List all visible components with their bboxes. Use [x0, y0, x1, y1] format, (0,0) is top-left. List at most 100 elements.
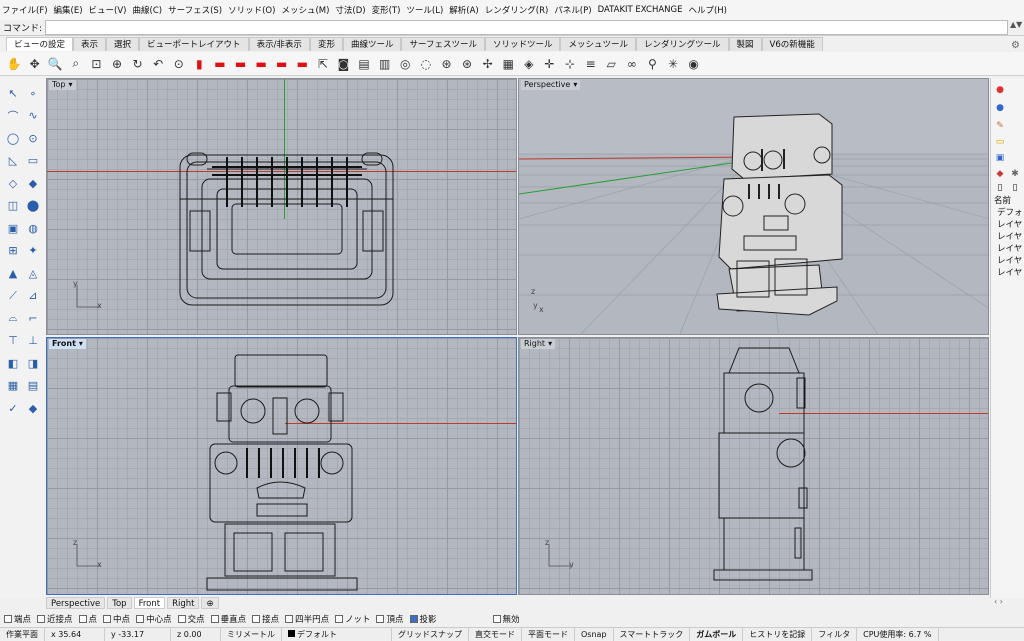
tab-6[interactable]: 曲線ツール — [342, 37, 402, 51]
grid-icon[interactable]: ✢ — [478, 54, 498, 74]
viewport-label-top[interactable]: Top ▾ — [49, 80, 76, 90]
link-icon[interactable]: ∞ — [622, 54, 642, 74]
zoom-icon[interactable]: 🔍 — [45, 54, 65, 74]
axes-icon[interactable]: ⊹ — [560, 54, 580, 74]
box-icon[interactable]: ▦ — [498, 54, 518, 74]
checkbox[interactable] — [4, 615, 12, 623]
checkbox[interactable] — [376, 615, 385, 623]
car-icon[interactable]: ▬ — [272, 54, 292, 74]
print-icon[interactable]: ▤ — [354, 54, 374, 74]
tab-1[interactable]: 表示 — [73, 37, 107, 51]
layer-item[interactable]: デフォ — [997, 206, 1023, 218]
car-icon[interactable]: ▬ — [210, 54, 230, 74]
status-toggle-4[interactable]: スマートトラック — [614, 627, 691, 641]
save-view-icon[interactable]: ▥ — [375, 54, 395, 74]
layer-item[interactable]: レイヤ — [997, 218, 1023, 230]
left-tool-icon-17[interactable]: ◬ — [24, 264, 42, 282]
menu-item-9[interactable]: ツール(L) — [406, 4, 443, 16]
align-icon[interactable]: ≡ — [581, 54, 601, 74]
osnap-9[interactable]: ノット — [335, 613, 370, 625]
status-toggle-6[interactable]: ヒストリを記録 — [743, 627, 813, 641]
viewport-front[interactable]: Front ▾ z x — [46, 337, 517, 595]
osnap-11[interactable]: 投影 — [409, 613, 437, 625]
left-tool-icon-9[interactable]: ◆ — [24, 174, 42, 192]
status-unit[interactable]: ミリメートル — [221, 627, 282, 641]
left-tool-icon-12[interactable]: ▣ — [4, 219, 22, 237]
viewport-label-front[interactable]: Front ▾ — [49, 339, 86, 349]
viewport-tab-right[interactable]: Right — [167, 597, 200, 609]
redcar-icon[interactable]: ▮ — [189, 54, 209, 74]
left-tool-icon-11[interactable]: ⬤ — [24, 197, 42, 215]
zoom-selected-icon[interactable]: ⊕ — [107, 54, 127, 74]
tab-2[interactable]: 選択 — [106, 37, 140, 51]
move-icon[interactable]: ✥ — [25, 54, 45, 74]
left-tool-icon-1[interactable]: ∘ — [24, 84, 42, 102]
menu-item-6[interactable]: メッシュ(M) — [281, 4, 329, 16]
checkbox[interactable] — [177, 615, 186, 623]
menu-item-10[interactable]: 解析(A) — [449, 4, 478, 16]
cube-icon[interactable]: ◈ — [519, 54, 539, 74]
tab-12[interactable]: V6の新機能 — [761, 37, 823, 51]
checkbox[interactable] — [335, 615, 344, 623]
menu-item-0[interactable]: ファイル(F) — [2, 4, 48, 16]
tab-7[interactable]: サーフェスツール — [401, 37, 485, 51]
menu-item-11[interactable]: レンダリング(R) — [485, 4, 549, 16]
viewport-tab-front[interactable]: Front — [133, 597, 166, 609]
menu-item-1[interactable]: 編集(E) — [54, 4, 83, 16]
left-tool-icon-21[interactable]: ⌐ — [24, 309, 42, 327]
left-tool-icon-0[interactable]: ↖ — [4, 84, 22, 102]
checkbox[interactable] — [285, 615, 294, 623]
left-tool-icon-10[interactable]: ◫ — [4, 197, 22, 215]
left-tool-icon-23[interactable]: ⊥ — [24, 332, 42, 350]
left-tool-icon-13[interactable]: ◍ — [24, 219, 42, 237]
viewport-tab-perspective[interactable]: Perspective — [46, 597, 106, 609]
layer-item[interactable]: レイヤ — [997, 242, 1023, 254]
car-icon[interactable]: ▬ — [231, 54, 251, 74]
new-layer-icon[interactable]: ▯ — [994, 182, 1006, 194]
osnap-7[interactable]: 接点 — [252, 613, 279, 625]
tab-8[interactable]: ソリッドツール — [484, 37, 561, 51]
left-tool-icon-8[interactable]: ◇ — [4, 174, 22, 192]
gear-icon[interactable]: ✱ — [1009, 168, 1021, 180]
status-toggle-3[interactable]: Osnap — [575, 627, 614, 641]
left-tool-icon-4[interactable]: ◯ — [4, 129, 22, 147]
walk-icon[interactable]: ⚲ — [642, 54, 662, 74]
osnap-6[interactable]: 垂直点 — [210, 613, 246, 625]
checkbox[interactable] — [78, 615, 87, 623]
osnap-12[interactable]: 無効 — [492, 613, 520, 625]
status-cplane[interactable]: 作業平面 — [0, 627, 45, 641]
color-wheel-icon[interactable]: ● — [994, 84, 1006, 96]
left-tool-icon-19[interactable]: ⊿ — [24, 287, 42, 305]
tab-9[interactable]: メッシュツール — [560, 37, 636, 51]
tab-11[interactable]: 製図 — [728, 37, 762, 51]
status-toggle-5[interactable]: ガムボール — [690, 627, 744, 641]
target-icon[interactable]: ⊛ — [457, 54, 477, 74]
viewport-perspective[interactable]: Perspective ▾ z y x — [518, 78, 989, 335]
zoom-extents-icon[interactable]: ⌕ — [66, 54, 86, 74]
viewport-right[interactable]: Right ▾ z y — [518, 337, 989, 595]
checkbox[interactable] — [37, 615, 46, 623]
tab-10[interactable]: レンダリングツール — [636, 37, 729, 51]
brush-icon[interactable]: ✎ — [994, 120, 1006, 132]
status-layer[interactable]: デフォルト — [282, 627, 392, 641]
left-tool-icon-25[interactable]: ◨ — [24, 354, 42, 372]
osnap-4[interactable]: 中心点 — [136, 613, 172, 625]
left-tool-icon-28[interactable]: ✓ — [4, 399, 22, 417]
tab-4[interactable]: 表示/非表示 — [248, 37, 310, 51]
left-tool-icon-22[interactable]: ⊤ — [4, 332, 22, 350]
command-input[interactable] — [45, 19, 1008, 35]
display-icon[interactable]: ▣ — [994, 152, 1006, 164]
lens-icon[interactable]: ◌ — [416, 54, 436, 74]
car-icon[interactable]: ▬ — [251, 54, 271, 74]
render-icon[interactable]: ◎ — [395, 54, 415, 74]
menu-item-13[interactable]: DATAKIT EXCHANGE — [598, 5, 683, 15]
tab-3[interactable]: ビューポートレイアウト — [139, 37, 249, 51]
checkbox[interactable] — [409, 615, 418, 623]
left-tool-icon-24[interactable]: ◧ — [4, 354, 22, 372]
left-tool-icon-6[interactable]: ◺ — [4, 152, 22, 170]
left-tool-icon-29[interactable]: ◆ — [24, 399, 42, 417]
checkbox[interactable] — [103, 615, 112, 623]
menu-item-2[interactable]: ビュー(V) — [89, 4, 127, 16]
folder-icon[interactable]: ▭ — [994, 136, 1006, 148]
left-tool-icon-26[interactable]: ▦ — [4, 377, 22, 395]
